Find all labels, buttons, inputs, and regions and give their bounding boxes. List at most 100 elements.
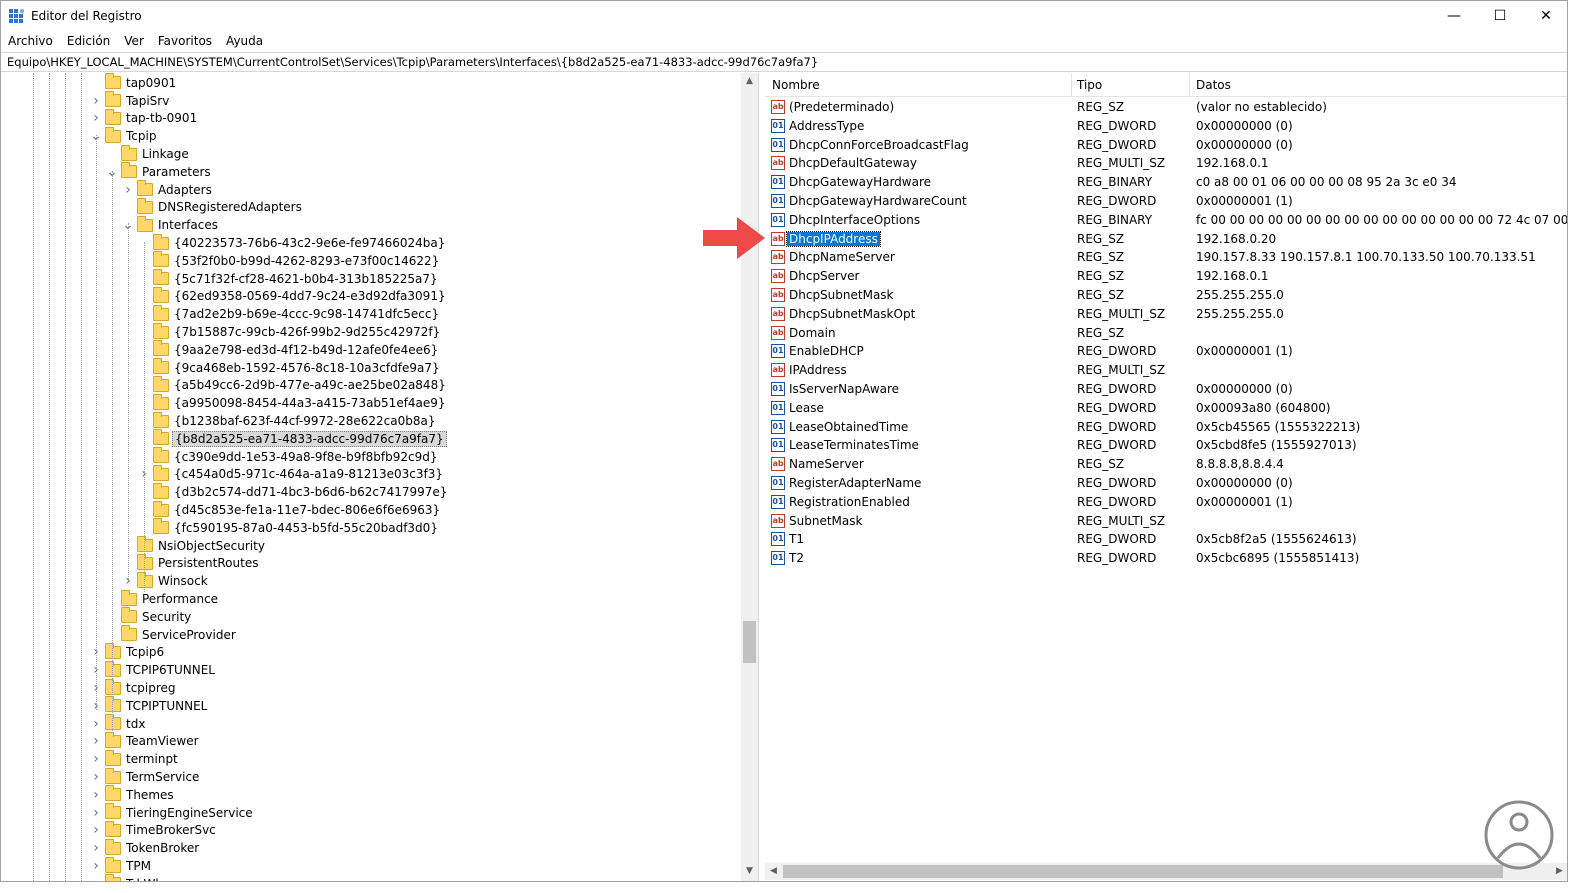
scroll-up-arrow-icon[interactable]: ▲ xyxy=(741,73,758,90)
tree-node[interactable]: › TeamViewer xyxy=(89,731,201,751)
tree-node[interactable]: {fc590195-87a0-4453-b5fd-55c20badf3d0} xyxy=(137,518,440,537)
chevron-right-icon[interactable]: › xyxy=(89,876,103,881)
list-scroll-thumb[interactable] xyxy=(783,865,1503,878)
chevron-right-icon[interactable]: › xyxy=(89,716,103,732)
registry-key-tree[interactable]: tap0901 › TapiSrv › tap-tb-0901 ⌄ Tcpip Linkage… xyxy=(1,73,759,881)
value-row[interactable]: ab (Predeterminado) REG_SZ (valor no establ… xyxy=(765,98,1567,117)
chevron-right-icon[interactable]: › xyxy=(89,840,103,856)
value-row[interactable]: 01 RegistrationEnabled REG_DWORD 0x00000001… xyxy=(765,493,1567,512)
value-row[interactable]: ab DhcpDefaultGateway REG_MULTI_SZ 192.168.… xyxy=(765,154,1567,173)
chevron-right-icon[interactable]: › xyxy=(89,787,103,803)
tree-vertical-scrollbar[interactable]: ▲ ▼ xyxy=(741,73,758,881)
title-bar[interactable]: Editor del Registro — ☐ ✕ xyxy=(1,1,1567,31)
menu-edicion[interactable]: Edición xyxy=(60,32,117,52)
tree-node[interactable]: {a9950098-8454-44a3-a415-73ab51ef4ae9} xyxy=(137,393,448,412)
value-row[interactable]: ab DhcpNameServer REG_SZ 190.157.8.33 190.1… xyxy=(765,248,1567,267)
tree-node[interactable]: {b1238baf-623f-44cf-9972-28e622ca0b8a} xyxy=(137,411,437,430)
menu-archivo[interactable]: Archivo xyxy=(1,32,60,52)
value-row[interactable]: ab DhcpSubnetMaskOpt REG_MULTI_SZ 255.255.2… xyxy=(765,305,1567,324)
column-divider[interactable] xyxy=(1189,73,1190,97)
address-bar[interactable]: Equipo\HKEY_LOCAL_MACHINE\SYSTEM\Current… xyxy=(1,52,1567,72)
tree-node[interactable]: Security xyxy=(105,607,193,626)
value-row[interactable]: 01 AddressType REG_DWORD 0x00000000 (0) xyxy=(765,117,1567,136)
tree-node[interactable]: › TPM xyxy=(89,856,153,875)
column-header-type[interactable]: Tipo xyxy=(1077,78,1102,92)
value-row[interactable]: 01 T2 REG_DWORD 0x5cbc6895 (1555851413) xyxy=(765,549,1567,568)
scroll-left-arrow-icon[interactable]: ◀ xyxy=(765,863,782,880)
value-row[interactable]: 01 RegisterAdapterName REG_DWORD 0x00000000… xyxy=(765,474,1567,493)
value-row[interactable]: ab SubnetMask REG_MULTI_SZ xyxy=(765,512,1567,531)
tree-node[interactable]: › Tcpip6 xyxy=(89,642,166,662)
tree-node[interactable]: {b8d2a525-ea71-4833-adcc-99d76c7a9fa7} xyxy=(137,429,447,448)
scroll-down-arrow-icon[interactable]: ▼ xyxy=(741,863,758,880)
tree-node[interactable]: › tap-tb-0901 xyxy=(89,108,199,128)
column-header-name[interactable]: Nombre xyxy=(772,78,820,92)
tree-node[interactable]: tap0901 xyxy=(89,73,178,92)
tree-node[interactable]: › TCPIP6TUNNEL xyxy=(89,660,217,679)
tree-node[interactable]: › {c454a0d5-971c-464a-a1a9-81213e03c3f3} xyxy=(137,464,445,484)
chevron-right-icon[interactable]: › xyxy=(89,769,103,785)
tree-node[interactable]: › Adapters xyxy=(121,180,214,199)
menu-ayuda[interactable]: Ayuda xyxy=(219,32,270,52)
tree-node[interactable]: › terminpt xyxy=(89,749,180,768)
tree-node[interactable]: › TokenBroker xyxy=(89,838,201,857)
chevron-right-icon[interactable]: › xyxy=(89,733,103,749)
chevron-right-icon[interactable]: › xyxy=(89,110,103,126)
tree-node[interactable]: {53f2f0b0-b99d-4262-8293-e73f00c14622} xyxy=(137,251,441,270)
tree-node[interactable]: › TCPIPTUNNEL xyxy=(89,696,209,715)
tree-node[interactable]: {c390e9dd-1e53-49a8-9f8e-b9f8bfb92c9d} xyxy=(137,447,439,466)
tree-node[interactable]: {d3b2c574-dd71-4bc3-b6d6-b62c7417997e} xyxy=(137,482,449,501)
tree-node[interactable]: › TapiSrv xyxy=(89,91,171,110)
minimize-button[interactable]: — xyxy=(1431,1,1477,31)
value-row[interactable]: ab DhcpIPAddress REG_SZ 192.168.0.20 xyxy=(765,230,1567,249)
value-row[interactable]: 01 LeaseTerminatesTime REG_DWORD 0x5cbd8fe5… xyxy=(765,436,1567,455)
maximize-button[interactable]: ☐ xyxy=(1477,1,1523,31)
tree-node[interactable]: › Themes xyxy=(89,785,176,804)
value-row[interactable]: 01 DhcpGatewayHardwareCount REG_DWORD 0x000… xyxy=(765,192,1567,211)
tree-node[interactable]: › TermService xyxy=(89,767,201,786)
tree-node[interactable]: {40223573-76b6-43c2-9e6e-fe97466024ba} xyxy=(137,233,447,252)
value-row[interactable]: 01 DhcpConnForceBroadcastFlag REG_DWORD 0x0… xyxy=(765,136,1567,155)
tree-node[interactable]: › TieringEngineService xyxy=(89,803,255,822)
value-row[interactable]: 01 Lease REG_DWORD 0x00093a80 (604800) xyxy=(765,399,1567,418)
tree-node[interactable]: › Winsock xyxy=(121,571,210,590)
chevron-right-icon[interactable]: › xyxy=(89,805,103,821)
tree-node[interactable]: DNSRegisteredAdapters xyxy=(121,197,304,217)
value-row[interactable]: 01 DhcpInterfaceOptions REG_BINARY fc 00 00… xyxy=(765,211,1567,230)
tree-node[interactable]: ⌄ Tcpip xyxy=(89,126,158,145)
value-row[interactable]: 01 EnableDHCP REG_DWORD 0x00000001 (1) xyxy=(765,342,1567,361)
value-row[interactable]: ab IPAddress REG_MULTI_SZ xyxy=(765,361,1567,380)
value-row[interactable]: 01 LeaseObtainedTime REG_DWORD 0x5cb45565 (… xyxy=(765,418,1567,437)
value-row[interactable]: 01 IsServerNapAware REG_DWORD 0x00000000 (0… xyxy=(765,380,1567,399)
tree-node[interactable]: ⌄ Interfaces xyxy=(121,215,220,234)
chevron-right-icon[interactable]: › xyxy=(89,858,103,874)
tree-node[interactable]: {62ed9358-0569-4dd7-9c24-e3d92dfa3091} xyxy=(137,286,448,306)
value-row[interactable]: ab DhcpSubnetMask REG_SZ 255.255.255.0 xyxy=(765,286,1567,305)
tree-node[interactable]: NsiObjectSecurity xyxy=(121,536,267,555)
tree-node[interactable]: PersistentRoutes xyxy=(121,553,260,573)
tree-node[interactable]: {d45c853e-fe1a-11e7-bdec-806e6f6e6963} xyxy=(137,500,442,519)
menu-favoritos[interactable]: Favoritos xyxy=(151,32,219,52)
close-button[interactable]: ✕ xyxy=(1523,1,1567,31)
tree-node[interactable]: Performance xyxy=(105,589,220,608)
tree-node[interactable]: ⌄ Parameters xyxy=(105,162,213,181)
tree-node[interactable]: {7b15887c-99cb-426f-99b2-9d255c42972f} xyxy=(137,322,442,341)
menu-ver[interactable]: Ver xyxy=(117,32,151,52)
tree-node[interactable]: ServiceProvider xyxy=(105,625,238,644)
chevron-right-icon[interactable]: › xyxy=(89,93,103,109)
value-row[interactable]: 01 DhcpGatewayHardware REG_BINARY c0 a8 00 … xyxy=(765,173,1567,192)
tree-node[interactable]: {a5b49cc6-2d9b-477e-a49c-ae25be02a848} xyxy=(137,375,448,395)
value-row[interactable]: ab NameServer REG_SZ 8.8.8.8,8.8.4.4 xyxy=(765,455,1567,474)
tree-node[interactable]: › tdx xyxy=(89,714,147,733)
list-horizontal-scrollbar[interactable]: ◀ ▶ xyxy=(765,863,1567,880)
tree-node[interactable]: › TrkWks xyxy=(89,874,171,881)
tree-node[interactable]: {9ca468eb-1592-4576-8c18-10a3cfdfe9a7} xyxy=(137,358,442,377)
value-row[interactable]: ab DhcpServer REG_SZ 192.168.0.1 xyxy=(765,267,1567,286)
tree-node[interactable]: › tcpipreg xyxy=(89,678,178,697)
column-header-data[interactable]: Datos xyxy=(1196,78,1231,92)
tree-node[interactable]: Linkage xyxy=(105,144,191,163)
column-divider[interactable] xyxy=(1071,73,1072,97)
chevron-right-icon[interactable]: › xyxy=(89,822,103,838)
tree-node[interactable]: {7ad2e2b9-b69e-4ccc-9c98-14741dfc5ecc} xyxy=(137,304,441,323)
value-row[interactable]: 01 T1 REG_DWORD 0x5cb8f2a5 (1555624613) xyxy=(765,530,1567,549)
